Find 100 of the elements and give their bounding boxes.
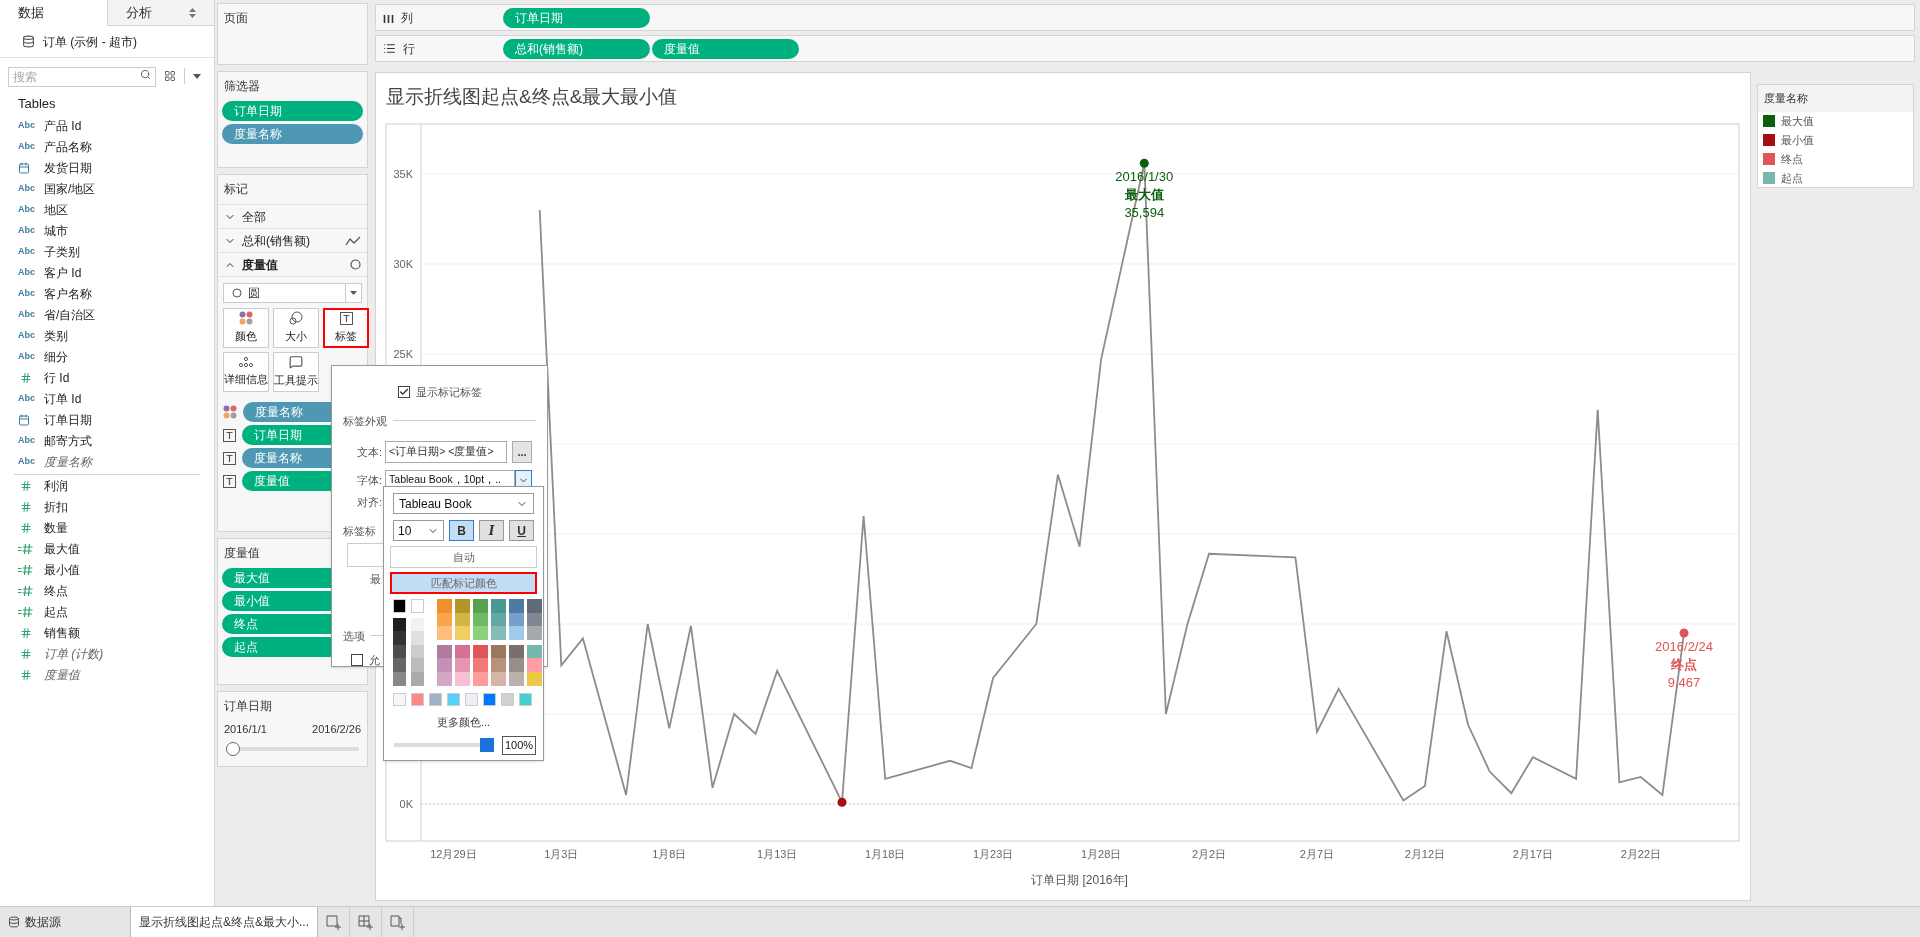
color-swatch[interactable] bbox=[437, 644, 452, 659]
color-swatch[interactable] bbox=[411, 658, 424, 672]
field-name[interactable]: 地区 bbox=[44, 201, 68, 219]
color-swatch[interactable] bbox=[411, 631, 424, 645]
field-name[interactable]: 国家/地区 bbox=[44, 180, 96, 198]
field-name[interactable]: 折扣 bbox=[44, 498, 68, 516]
color-swatch[interactable] bbox=[411, 617, 424, 632]
font-family-dropdown[interactable]: Tableau Book bbox=[393, 493, 534, 514]
sheet-tab[interactable]: 数据源 bbox=[0, 907, 130, 937]
color-swatch[interactable] bbox=[393, 658, 406, 672]
slider-thumb[interactable] bbox=[226, 741, 240, 756]
field-name[interactable]: 最大值 bbox=[44, 540, 80, 558]
sheet-tab[interactable]: 显示折线图起点&终点&最大小... bbox=[130, 907, 318, 937]
field-name[interactable]: 邮寄方式 bbox=[44, 432, 92, 450]
color-swatch[interactable] bbox=[437, 658, 452, 672]
ellipsis-button[interactable]: ... bbox=[512, 441, 533, 463]
field-name[interactable]: 度量名称 bbox=[44, 453, 92, 471]
field-name[interactable]: 子类别 bbox=[44, 243, 80, 261]
slider-thumb[interactable] bbox=[480, 738, 494, 753]
color-swatch[interactable] bbox=[437, 626, 452, 640]
text-style-button[interactable]: I bbox=[479, 520, 504, 541]
dropdown-caret-icon[interactable] bbox=[193, 73, 201, 79]
marks-button[interactable]: 颜色 bbox=[223, 308, 269, 348]
color-mode-button[interactable]: 自动 bbox=[390, 546, 537, 568]
field-name[interactable]: 省/自治区 bbox=[44, 306, 96, 324]
color-mode-button[interactable]: 匹配标记颜色 bbox=[390, 572, 537, 594]
color-swatch[interactable] bbox=[411, 599, 424, 613]
field-name[interactable]: 产品名称 bbox=[44, 138, 92, 156]
field-name[interactable]: 产品 Id bbox=[44, 117, 82, 135]
field-name[interactable]: 订单日期 bbox=[44, 411, 92, 429]
search-field[interactable]: 搜索 bbox=[8, 67, 156, 87]
color-swatch[interactable] bbox=[455, 644, 470, 659]
font-size-dropdown[interactable]: 10 bbox=[393, 520, 444, 541]
color-swatch[interactable] bbox=[411, 692, 424, 706]
color-swatch[interactable] bbox=[473, 658, 488, 672]
color-swatch[interactable] bbox=[491, 658, 506, 672]
data-source-name[interactable]: 订单 (示例 - 超市) bbox=[43, 32, 137, 51]
color-swatch[interactable] bbox=[465, 692, 478, 706]
field-name[interactable]: 订单 Id bbox=[44, 390, 82, 408]
new-dashboard-icon[interactable] bbox=[357, 914, 374, 930]
field-name[interactable]: 城市 bbox=[44, 222, 68, 240]
color-swatch[interactable] bbox=[429, 692, 442, 706]
field-name[interactable]: 客户 Id bbox=[44, 264, 82, 282]
field-name[interactable]: 订单 (计数) bbox=[44, 645, 104, 663]
color-swatch[interactable] bbox=[491, 599, 506, 613]
color-swatch[interactable] bbox=[519, 692, 532, 706]
range-slider[interactable] bbox=[226, 741, 359, 756]
field-name[interactable]: 利润 bbox=[44, 477, 68, 495]
color-swatch[interactable] bbox=[491, 644, 506, 659]
field-name[interactable]: 最小值 bbox=[44, 561, 80, 579]
color-swatch[interactable] bbox=[473, 644, 488, 659]
color-swatch[interactable] bbox=[501, 692, 514, 706]
color-swatch[interactable] bbox=[509, 626, 524, 640]
marks-layer-row[interactable]: 度量值 bbox=[218, 252, 367, 276]
field-name[interactable]: 细分 bbox=[44, 348, 68, 366]
color-swatch[interactable] bbox=[473, 599, 488, 613]
field-name[interactable]: 数量 bbox=[44, 519, 68, 537]
color-swatch[interactable] bbox=[393, 617, 406, 632]
color-swatch[interactable] bbox=[527, 626, 542, 640]
field-name[interactable]: 客户名称 bbox=[44, 285, 92, 303]
color-swatch[interactable] bbox=[455, 599, 470, 613]
field-name[interactable]: 发货日期 bbox=[44, 159, 92, 177]
color-swatch[interactable] bbox=[455, 626, 470, 640]
field-name[interactable]: 类别 bbox=[44, 327, 68, 345]
color-swatch[interactable] bbox=[527, 599, 542, 613]
pane-tab[interactable]: 分析 bbox=[106, 0, 214, 26]
marks-button[interactable]: 标签 bbox=[323, 308, 369, 348]
color-swatch[interactable] bbox=[393, 692, 406, 706]
mark-type-dropdown[interactable]: 圆 bbox=[223, 283, 362, 303]
new-sheet-icon[interactable] bbox=[325, 914, 342, 930]
color-swatch[interactable] bbox=[483, 692, 496, 706]
color-swatch[interactable] bbox=[473, 626, 488, 640]
marks-button[interactable]: 工具提示 bbox=[273, 352, 319, 392]
color-swatch[interactable] bbox=[437, 599, 452, 613]
field-name[interactable]: 行 Id bbox=[44, 369, 70, 387]
text-style-button[interactable]: U bbox=[509, 520, 534, 541]
marks-layer-row[interactable]: 全部 bbox=[218, 204, 367, 228]
text-style-button[interactable]: B bbox=[449, 520, 474, 541]
color-swatch[interactable] bbox=[393, 599, 406, 613]
color-swatch[interactable] bbox=[509, 658, 524, 672]
color-swatch[interactable] bbox=[455, 658, 470, 672]
opacity-slider[interactable] bbox=[394, 738, 494, 753]
marks-layer-row[interactable]: 总和(销售额) bbox=[218, 228, 367, 252]
marks-button[interactable]: 大小 bbox=[273, 308, 319, 348]
color-swatch[interactable] bbox=[393, 631, 406, 645]
color-swatch[interactable] bbox=[527, 658, 542, 672]
more-colors-link[interactable]: 更多颜色... bbox=[436, 713, 491, 731]
field-name[interactable]: 度量值 bbox=[44, 666, 80, 684]
color-swatch[interactable] bbox=[447, 692, 460, 706]
color-swatch[interactable] bbox=[527, 644, 542, 659]
color-swatch[interactable] bbox=[491, 626, 506, 640]
text-field[interactable]: <订单日期> <度量值> bbox=[385, 441, 508, 463]
color-swatch[interactable] bbox=[509, 644, 524, 659]
grid-view-icon[interactable] bbox=[164, 70, 176, 82]
marks-button[interactable]: 详细信息 bbox=[223, 352, 269, 392]
field-name[interactable]: 终点 bbox=[44, 582, 68, 600]
new-story-icon[interactable] bbox=[389, 914, 406, 930]
field-name[interactable]: 销售额 bbox=[44, 624, 80, 642]
color-swatch[interactable] bbox=[509, 599, 524, 613]
field-name[interactable]: 起点 bbox=[44, 603, 68, 621]
